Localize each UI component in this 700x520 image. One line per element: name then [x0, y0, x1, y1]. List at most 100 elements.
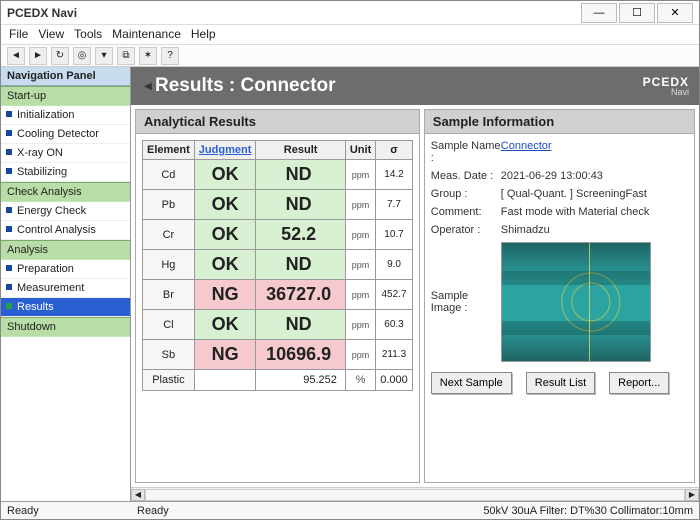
- analytical-results-body: Element Judgment Result Unit σ CdOKNDppm…: [135, 133, 420, 483]
- scroll-right-icon[interactable]: ▶: [685, 489, 699, 501]
- scroll-left-icon[interactable]: ◀: [131, 489, 145, 501]
- sample-info-panel: Sample Information Sample Name :Connecto…: [424, 109, 695, 483]
- meas-date-value: 2021-06-29 13:00:43: [501, 170, 688, 182]
- sample-buttons: Next Sample Result List Report...: [431, 372, 688, 394]
- cell-result: ND: [256, 310, 346, 340]
- nav-group-check-analysis[interactable]: Check Analysis: [1, 182, 130, 202]
- nav-item-energy-check[interactable]: Energy Check: [1, 202, 130, 221]
- nav-group-shutdown[interactable]: Shutdown: [1, 317, 130, 337]
- nav-item-preparation[interactable]: Preparation: [1, 260, 130, 279]
- cell-judgment: NG: [194, 340, 256, 370]
- cell-judgment: [194, 370, 256, 391]
- nav-item-control-analysis[interactable]: Control Analysis: [1, 221, 130, 240]
- sample-info-header: Sample Information: [424, 109, 695, 133]
- maximize-button[interactable]: ☐: [619, 3, 655, 23]
- nav-item-measurement[interactable]: Measurement: [1, 279, 130, 298]
- menu-file[interactable]: File: [9, 27, 28, 42]
- nav-group-startup[interactable]: Start-up: [1, 86, 130, 106]
- nav-item-results[interactable]: Results: [1, 298, 130, 317]
- cell-result: 10696.9: [256, 340, 346, 370]
- col-element: Element: [143, 141, 195, 160]
- result-list-button[interactable]: Result List: [526, 372, 595, 394]
- app-body: Navigation Panel Start-up Initialization…: [1, 67, 699, 501]
- encrypt-icon[interactable]: ✶: [139, 47, 157, 65]
- cell-judgment: OK: [194, 190, 256, 220]
- titlebar: PCEDX Navi — ☐ ✕: [1, 1, 699, 25]
- nav-item-initialization[interactable]: Initialization: [1, 106, 130, 125]
- nav-group-analysis[interactable]: Analysis: [1, 240, 130, 260]
- page-header: ◀ Results : Connector PCEDX Navi: [131, 67, 699, 105]
- cell-unit: ppm: [345, 310, 375, 340]
- report-button[interactable]: Report...: [609, 372, 669, 394]
- menu-help[interactable]: Help: [191, 27, 216, 42]
- menu-bar: File View Tools Maintenance Help: [1, 25, 699, 45]
- content: Analytical Results Element Judgment Resu…: [131, 105, 699, 487]
- col-judgment: Judgment: [194, 141, 256, 160]
- back-icon[interactable]: ◄: [7, 47, 25, 65]
- cell-element: Cd: [143, 160, 195, 190]
- menu-tools[interactable]: Tools: [74, 27, 102, 42]
- cell-result: ND: [256, 160, 346, 190]
- cell-element: Cr: [143, 220, 195, 250]
- copy-icon[interactable]: ⧉: [117, 47, 135, 65]
- sample-name-link[interactable]: Connector: [501, 140, 688, 164]
- cell-unit: ppm: [345, 220, 375, 250]
- table-row-plastic: Plastic95.252%0.000: [143, 370, 413, 391]
- cell-sigma: 211.3: [376, 340, 413, 370]
- cell-sigma: 10.7: [376, 220, 413, 250]
- main-area: ◀ Results : Connector PCEDX Navi Analyti…: [131, 67, 699, 501]
- nav-item-stabilizing[interactable]: Stabilizing: [1, 163, 130, 182]
- menu-view[interactable]: View: [38, 27, 64, 42]
- target-icon[interactable]: ◎: [73, 47, 91, 65]
- navigation-panel: Navigation Panel Start-up Initialization…: [1, 67, 131, 501]
- table-row: ClOKNDppm60.3: [143, 310, 413, 340]
- close-button[interactable]: ✕: [657, 3, 693, 23]
- meas-date-label: Meas. Date :: [431, 170, 501, 182]
- forward-icon[interactable]: ►: [29, 47, 47, 65]
- page-title: Results : Connector: [155, 75, 336, 97]
- cell-element: Sb: [143, 340, 195, 370]
- next-sample-button[interactable]: Next Sample: [431, 372, 512, 394]
- filter-icon[interactable]: ▾: [95, 47, 113, 65]
- nav-item-cooling-detector[interactable]: Cooling Detector: [1, 125, 130, 144]
- cell-element: Plastic: [143, 370, 195, 391]
- cell-sigma: 14.2: [376, 160, 413, 190]
- cell-result: ND: [256, 250, 346, 280]
- help-icon[interactable]: ?: [161, 47, 179, 65]
- sample-info-body: Sample Name :Connector Meas. Date :2021-…: [424, 133, 695, 483]
- cell-result: ND: [256, 190, 346, 220]
- cell-sigma: 0.000: [376, 370, 413, 391]
- menu-maintenance[interactable]: Maintenance: [112, 27, 181, 42]
- refresh-icon[interactable]: ↻: [51, 47, 69, 65]
- table-row: CrOK52.2ppm10.7: [143, 220, 413, 250]
- operator-label: Operator :: [431, 224, 501, 236]
- comment-value: Fast mode with Material check: [501, 206, 688, 218]
- sample-image: [501, 242, 651, 362]
- cell-judgment: OK: [194, 160, 256, 190]
- operator-value: Shimadzu: [501, 224, 688, 236]
- cell-element: Pb: [143, 190, 195, 220]
- cell-unit: ppm: [345, 340, 375, 370]
- page-back-icon[interactable]: ◀: [141, 73, 155, 99]
- cell-sigma: 7.7: [376, 190, 413, 220]
- scroll-track[interactable]: [145, 489, 685, 501]
- cell-unit: ppm: [345, 250, 375, 280]
- table-row: BrNG36727.0ppm452.7: [143, 280, 413, 310]
- table-row: PbOKNDppm7.7: [143, 190, 413, 220]
- group-label: Group :: [431, 188, 501, 200]
- sample-image-label: Sample Image :: [431, 290, 501, 314]
- sample-name-label: Sample Name :: [431, 140, 501, 164]
- nav-item-xray-on[interactable]: X-ray ON: [1, 144, 130, 163]
- minimize-button[interactable]: —: [581, 3, 617, 23]
- window-controls: — ☐ ✕: [581, 3, 693, 23]
- cell-element: Br: [143, 280, 195, 310]
- window-title: PCEDX Navi: [7, 6, 581, 20]
- table-row: HgOKNDppm9.0: [143, 250, 413, 280]
- horizontal-scrollbar[interactable]: ◀ ▶: [131, 487, 699, 501]
- comment-label: Comment:: [431, 206, 501, 218]
- analytical-results-panel: Analytical Results Element Judgment Resu…: [135, 109, 420, 483]
- status-ready-center: Ready: [137, 505, 483, 517]
- toolbar: ◄ ► ↻ ◎ ▾ ⧉ ✶ ?: [1, 45, 699, 67]
- table-row: SbNG10696.9ppm211.3: [143, 340, 413, 370]
- status-ready-left: Ready: [7, 505, 137, 517]
